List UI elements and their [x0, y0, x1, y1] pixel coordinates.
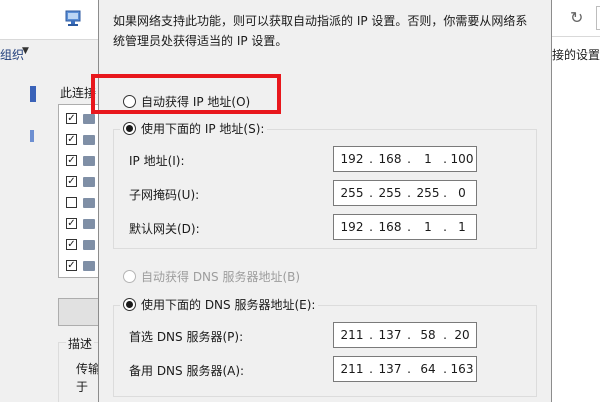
item-checkbox[interactable]: ✓ — [66, 218, 77, 229]
description-label: 描述 — [66, 335, 95, 352]
network-component-icon — [83, 261, 95, 271]
ip-address-label: IP 地址(I): — [129, 154, 185, 168]
highlight-box — [91, 74, 281, 114]
intro-text: 如果网络支持此功能，则可以获取自动指派的 IP 设置。否则，你需要从网络系统管理… — [113, 14, 528, 48]
search-field-edge[interactable] — [596, 6, 600, 30]
manual-dns-radio[interactable] — [123, 298, 136, 311]
item-checkbox[interactable]: ✓ — [66, 155, 77, 166]
network-component-icon — [83, 198, 95, 208]
preferred-dns-label: 首选 DNS 服务器(P): — [129, 330, 244, 344]
item-checkbox[interactable]: ✓ — [66, 260, 77, 271]
alternate-dns-field[interactable]: 211. 137. 64. 163 — [333, 356, 477, 382]
item-checkbox[interactable]: ✓ — [66, 134, 77, 145]
manual-dns-label[interactable]: 使用下面的 DNS 服务器地址(E): — [141, 298, 315, 312]
item-checkbox[interactable]: ✓ — [66, 113, 77, 124]
subnet-mask-field[interactable]: 255. 255. 255. 0 — [333, 180, 477, 206]
subnet-mask-label: 子网掩码(U): — [129, 188, 200, 202]
ip-address-field[interactable]: 192. 168. 1. 100 — [333, 146, 477, 172]
organize-menu[interactable]: 组织 — [0, 46, 24, 63]
manual-ip-label[interactable]: 使用下面的 IP 地址(S): — [141, 122, 264, 136]
adapter-icon-edge — [30, 86, 36, 102]
change-connection-settings-link[interactable]: 接的设置 — [552, 46, 600, 63]
item-checkbox[interactable] — [66, 197, 77, 208]
preferred-dns-field[interactable]: 211. 137. 58. 20 — [333, 322, 477, 348]
manual-ip-title: 使用下面的 IP 地址(S): — [120, 120, 268, 137]
background-window-left: 组织 ▼ 此连接 ✓ ✓ ✓ ✓ ✓ ✓ ✓ 描述 传输 于 — [0, 0, 101, 402]
connection-items-list[interactable]: ✓ ✓ ✓ ✓ ✓ ✓ ✓ — [58, 104, 98, 278]
manual-dns-group — [113, 305, 537, 397]
network-adapter-icon — [65, 10, 81, 26]
manual-dns-title: 使用下面的 DNS 服务器地址(E): — [120, 296, 319, 313]
network-component-icon — [83, 219, 95, 229]
item-checkbox[interactable]: ✓ — [66, 239, 77, 250]
alternate-dns-label: 备用 DNS 服务器(A): — [129, 364, 245, 378]
background-address-bar — [0, 0, 98, 40]
network-component-icon — [83, 240, 95, 250]
description-text-line1: 传输 — [76, 362, 101, 376]
install-button[interactable] — [58, 298, 98, 326]
ipv4-properties-dialog: 如果网络支持此功能，则可以获取自动指派的 IP 设置。否则，你需要从网络系统管理… — [98, 0, 552, 402]
network-component-icon — [83, 177, 95, 187]
refresh-icon[interactable]: ↻ — [570, 8, 583, 27]
auto-dns-radio[interactable] — [123, 270, 136, 283]
network-component-icon — [83, 156, 95, 166]
description-text-line2: 于 — [76, 380, 89, 394]
default-gateway-field[interactable]: 192. 168. 1. 1 — [333, 214, 477, 240]
adapter-icon-edge-2 — [30, 130, 34, 142]
network-component-icon — [83, 135, 95, 145]
manual-ip-radio[interactable] — [123, 122, 136, 135]
auto-dns-label[interactable]: 自动获得 DNS 服务器地址(B) — [141, 268, 300, 285]
toolbar-divider — [552, 36, 600, 37]
chevron-down-icon: ▼ — [22, 46, 29, 56]
background-window-right: ↻ 接的设置 — [552, 0, 600, 402]
network-component-icon — [83, 114, 95, 124]
default-gateway-label: 默认网关(D): — [129, 222, 200, 236]
item-checkbox[interactable]: ✓ — [66, 176, 77, 187]
